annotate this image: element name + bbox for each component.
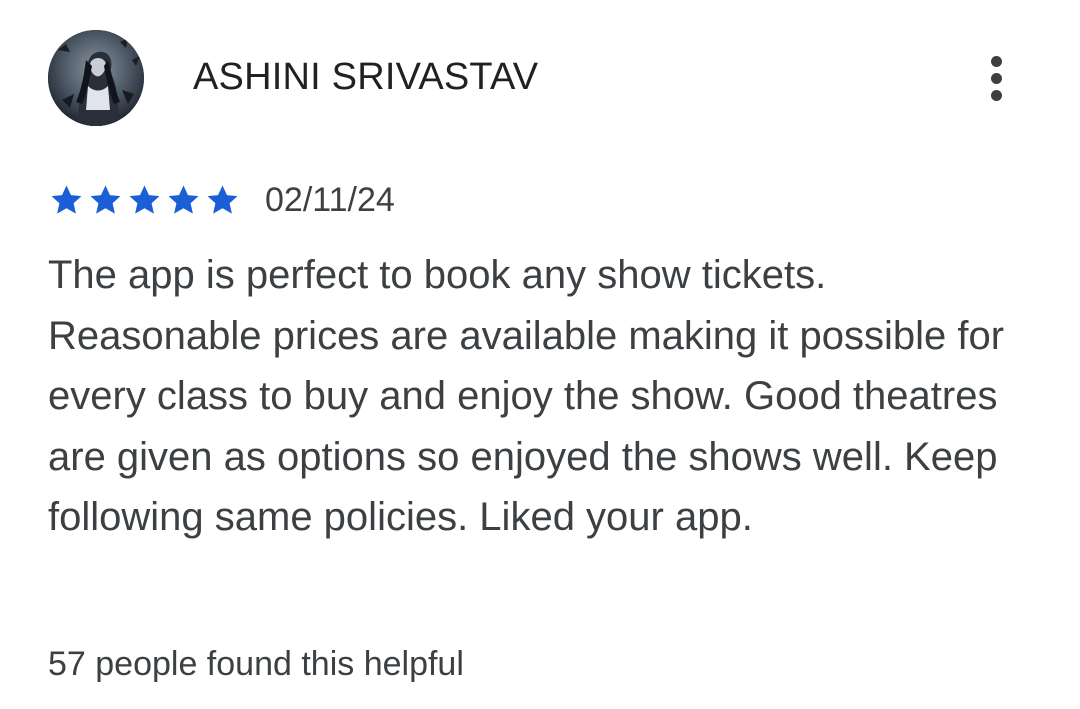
review-date: 02/11/24 (265, 181, 395, 219)
star-icon (165, 182, 202, 219)
review-card: ASHINI SRIVASTAV 02/11/24 The app is per… (0, 0, 1080, 709)
more-vertical-icon-dot (990, 72, 1002, 84)
review-text: The app is perfect to book any show tick… (48, 253, 1005, 539)
star-icon (204, 182, 241, 219)
star-icon (87, 182, 124, 219)
star-icon (48, 182, 85, 219)
rating-row: 02/11/24 (48, 178, 395, 222)
reviewer-avatar[interactable] (48, 30, 144, 126)
user-avatar-illustration-icon (48, 30, 144, 126)
more-options-button[interactable] (976, 48, 1016, 108)
more-vertical-icon-dot (990, 89, 1002, 101)
star-icon (126, 182, 163, 219)
more-vertical-icon-dot (990, 55, 1002, 67)
star-rating (48, 182, 241, 219)
helpful-count: 57 people found this helpful (48, 645, 464, 683)
reviewer-name: ASHINI SRIVASTAV (193, 56, 539, 98)
